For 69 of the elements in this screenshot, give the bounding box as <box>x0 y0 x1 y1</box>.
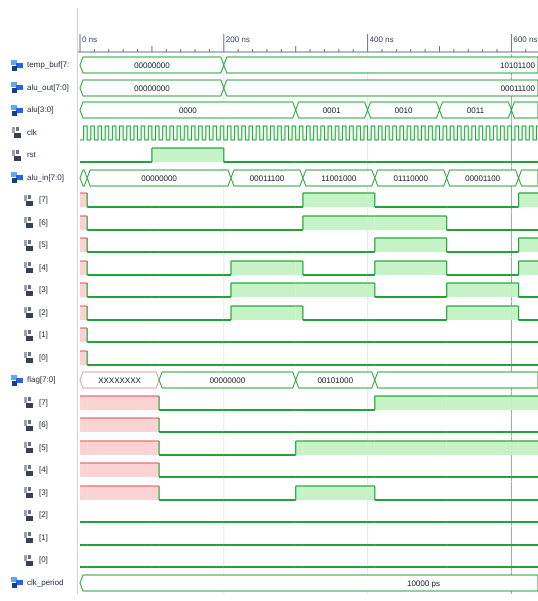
signal-name[interactable]: [4] <box>39 262 48 274</box>
bus-value: 10000 ps <box>407 578 440 588</box>
bit-signal-icon <box>22 284 36 297</box>
signal-name[interactable]: [5] <box>39 442 48 454</box>
bit-signal-icon <box>22 306 36 320</box>
tick-label: 400 ns <box>370 35 394 44</box>
bit-signal-icon <box>22 554 36 567</box>
bus-value: 10101100 <box>500 61 535 70</box>
tick-label: 0 ns <box>82 35 98 44</box>
signal-name[interactable]: flag[7:0] <box>27 374 56 386</box>
bus-value: 01110000 <box>394 174 428 182</box>
signal-name[interactable]: alu_out[7:0] <box>27 82 69 94</box>
bus-value: XXXXXXXX <box>98 376 141 385</box>
bit-signal-icon <box>22 441 36 454</box>
bit-signal-icon <box>10 148 24 162</box>
bit-signal-icon <box>22 508 36 522</box>
bus-signal-icon <box>10 374 24 387</box>
bus-value: 0010 <box>394 106 412 115</box>
signal-name[interactable]: [3] <box>39 486 48 499</box>
bit-signal-icon <box>22 486 36 500</box>
signal-name[interactable]: rst <box>27 149 36 162</box>
bus-value: 00101000 <box>317 376 354 385</box>
bus-signal-icon <box>10 104 24 117</box>
bus-value: 0000 <box>178 106 197 115</box>
bus-signal-icon <box>10 81 24 94</box>
bus-signal-icon <box>10 171 24 184</box>
bus-value: 00001100 <box>465 174 500 182</box>
bus-value: 00000000 <box>134 61 170 70</box>
signal-name[interactable]: [2] <box>39 509 48 522</box>
bus-signal-icon <box>10 576 24 590</box>
signal-name[interactable]: [1] <box>39 532 48 544</box>
signal-name[interactable]: [1] <box>39 329 48 342</box>
signal-name[interactable]: alu_in[7:0] <box>27 172 64 184</box>
bus-value: 00011100 <box>250 174 284 182</box>
bit-signal-icon <box>22 328 36 342</box>
signal-name[interactable]: [7] <box>39 396 48 409</box>
tick-label: 200 ns <box>226 35 250 44</box>
tick-label: 600 ns <box>513 35 538 44</box>
bit-signal-icon <box>22 238 36 252</box>
bus-value: 00000000 <box>134 84 170 92</box>
signal-name[interactable]: [0] <box>39 554 48 566</box>
bit-signal-icon <box>22 531 36 544</box>
bus-value: 11001000 <box>321 174 356 182</box>
signal-name[interactable]: [6] <box>39 216 48 229</box>
bus-value: 0011 <box>466 106 484 115</box>
signal-name[interactable]: [6] <box>39 419 48 432</box>
bit-signal-icon <box>22 418 36 432</box>
bit-signal-icon <box>22 261 36 274</box>
bit-signal-icon <box>22 464 36 477</box>
bit-signal-icon <box>22 351 36 364</box>
bus-value: 00000000 <box>210 376 246 385</box>
signal-name[interactable]: clk <box>27 126 37 139</box>
signal-name[interactable]: [5] <box>39 239 48 252</box>
signal-name[interactable]: alu[3:0] <box>27 104 54 116</box>
bit-signal-icon <box>22 194 36 207</box>
signal-name[interactable]: [4] <box>39 464 48 476</box>
signal-name[interactable]: [0] <box>39 352 48 364</box>
signal-name[interactable]: [2] <box>39 306 48 319</box>
bit-signal-icon <box>22 396 36 410</box>
bus-value: 00011100 <box>500 84 535 92</box>
bus-value: 00000000 <box>141 174 177 182</box>
bit-signal-icon <box>10 126 24 140</box>
bus-value: 0001 <box>322 106 341 115</box>
signal-name[interactable]: clk_period <box>27 576 64 589</box>
bit-signal-icon <box>22 216 36 230</box>
signal-name[interactable]: temp_buf[7: <box>27 59 70 72</box>
signal-name[interactable]: [7] <box>39 194 48 206</box>
bus-signal-icon <box>10 58 24 72</box>
signal-name[interactable]: [3] <box>39 284 48 296</box>
